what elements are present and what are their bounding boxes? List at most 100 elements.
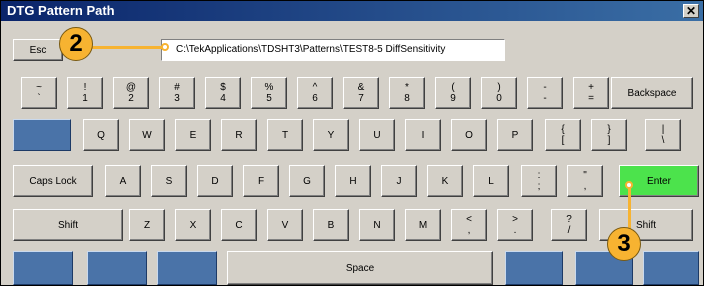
key-6[interactable]: ^ 6 <box>297 77 333 109</box>
key-w[interactable]: W <box>129 119 165 151</box>
key-9-top-label: ( <box>451 82 455 93</box>
backspace-key[interactable]: Backspace <box>611 77 693 109</box>
key-r-label: R <box>235 129 243 141</box>
blank-key-3[interactable] <box>157 251 217 285</box>
key-i[interactable]: I <box>405 119 441 151</box>
key-k[interactable]: K <box>427 165 463 197</box>
shift-left-key[interactable]: Shift <box>13 209 123 241</box>
key-5[interactable]: % 5 <box>251 77 287 109</box>
key-3-bottom-label: 3 <box>174 93 180 104</box>
key-b[interactable]: B <box>313 209 349 241</box>
key-2-top-label: @ <box>125 82 137 93</box>
key-sym-2[interactable]: | \ <box>645 119 681 151</box>
key-k-label: K <box>441 175 449 187</box>
close-icon: ✕ <box>685 4 697 18</box>
key-7[interactable]: & 7 <box>343 77 379 109</box>
key-=[interactable]: + = <box>573 77 609 109</box>
key-h-label: H <box>349 175 357 187</box>
key-a[interactable]: A <box>105 165 141 197</box>
key-sym4-0-top-label: < <box>466 214 472 225</box>
key-sym4-0-bottom-label: , <box>467 225 471 236</box>
key-g-label: G <box>303 175 311 187</box>
key-c[interactable]: C <box>221 209 257 241</box>
key-x[interactable]: X <box>175 209 211 241</box>
key-sym4-2[interactable]: ? / <box>551 209 587 241</box>
key-punct-1-bottom-label: , <box>583 181 587 192</box>
blank-key-2[interactable] <box>87 251 147 285</box>
key-8-bottom-label: 8 <box>404 93 410 104</box>
key-=-top-label: + <box>588 82 594 93</box>
key-1-top-label: ! <box>83 82 87 93</box>
key-p[interactable]: P <box>497 119 533 151</box>
key-z-label: Z <box>143 219 151 231</box>
key-4[interactable]: $4 <box>205 77 241 109</box>
key-j[interactable]: J <box>381 165 417 197</box>
key-m[interactable]: M <box>405 209 441 241</box>
key-g[interactable]: G <box>289 165 325 197</box>
title-bar: DTG Pattern Path ✕ <box>1 1 703 21</box>
key-sym-0[interactable]: {[ <box>545 119 581 151</box>
key-u-label: U <box>373 129 381 141</box>
key-4-top-label: $ <box>220 82 226 93</box>
key-punct-0-top-label: : <box>537 170 541 181</box>
key-t-label: T <box>281 129 289 141</box>
key-z[interactable]: Z <box>129 209 165 241</box>
key-j-label: J <box>396 175 402 187</box>
space-key[interactable]: Space <box>227 251 493 285</box>
key-v[interactable]: V <box>267 209 303 241</box>
keyboard-dialog: DTG Pattern Path ✕ Esc C:\TekApplication… <box>0 0 704 286</box>
key-f[interactable]: F <box>243 165 279 197</box>
key-3-top-label: # <box>174 82 180 93</box>
key-q-label: Q <box>97 129 105 141</box>
key-o[interactable]: O <box>451 119 487 151</box>
key-e-label: E <box>189 129 197 141</box>
key--[interactable]: -- <box>527 77 563 109</box>
callout-3-dot <box>625 181 633 189</box>
key-0[interactable]: ) 0 <box>481 77 517 109</box>
key-e[interactable]: E <box>175 119 211 151</box>
key-l[interactable]: L <box>473 165 509 197</box>
key-2[interactable]: @2 <box>113 77 149 109</box>
path-input[interactable]: C:\TekApplications\TDSHT3\Patterns\TEST8… <box>161 39 505 61</box>
key-7-bottom-label: 7 <box>358 93 364 104</box>
key-`-top-label: ~ <box>36 82 42 93</box>
blank-key-1[interactable] <box>13 251 73 285</box>
key-r[interactable]: R <box>221 119 257 151</box>
key-c-label: C <box>235 219 243 231</box>
key-punct-1[interactable]: ", <box>567 165 603 197</box>
key-0-bottom-label: 0 <box>496 93 502 104</box>
key-sym-1[interactable]: }] <box>591 119 627 151</box>
key-3[interactable]: #3 <box>159 77 195 109</box>
key---top-label: - <box>543 82 547 93</box>
key-1[interactable]: ! 1 <box>67 77 103 109</box>
key-sym-0-top-label: { <box>561 124 565 135</box>
key-u[interactable]: U <box>359 119 395 151</box>
blank-key-6[interactable] <box>643 251 699 285</box>
key-t[interactable]: T <box>267 119 303 151</box>
key-9-bottom-label: 9 <box>450 93 456 104</box>
key-d[interactable]: D <box>197 165 233 197</box>
key-w-label: W <box>142 129 152 141</box>
key-sym4-0[interactable]: <, <box>451 209 487 241</box>
key-sym4-1[interactable]: >. <box>497 209 533 241</box>
callout-3-leader <box>628 187 631 231</box>
key-n[interactable]: N <box>359 209 395 241</box>
key-punct-0[interactable]: :; <box>521 165 557 197</box>
key-`[interactable]: ~ ` <box>21 77 57 109</box>
key-n-label: N <box>373 219 381 231</box>
key-h[interactable]: H <box>335 165 371 197</box>
caps-lock-key[interactable]: Caps Lock <box>13 165 93 197</box>
window-title: DTG Pattern Path <box>7 3 115 18</box>
esc-key[interactable]: Esc <box>13 39 63 61</box>
key-q[interactable]: Q <box>83 119 119 151</box>
callout-2-leader <box>91 46 165 49</box>
key-y[interactable]: Y <box>313 119 349 151</box>
key-5-bottom-label: 5 <box>266 93 272 104</box>
key-s[interactable]: S <box>151 165 187 197</box>
tab-key[interactable] <box>13 119 71 151</box>
close-button[interactable]: ✕ <box>683 4 699 18</box>
blank-key-4[interactable] <box>505 251 563 285</box>
key-9[interactable]: (9 <box>435 77 471 109</box>
key-sym4-1-top-label: > <box>512 214 518 225</box>
key-8[interactable]: * 8 <box>389 77 425 109</box>
